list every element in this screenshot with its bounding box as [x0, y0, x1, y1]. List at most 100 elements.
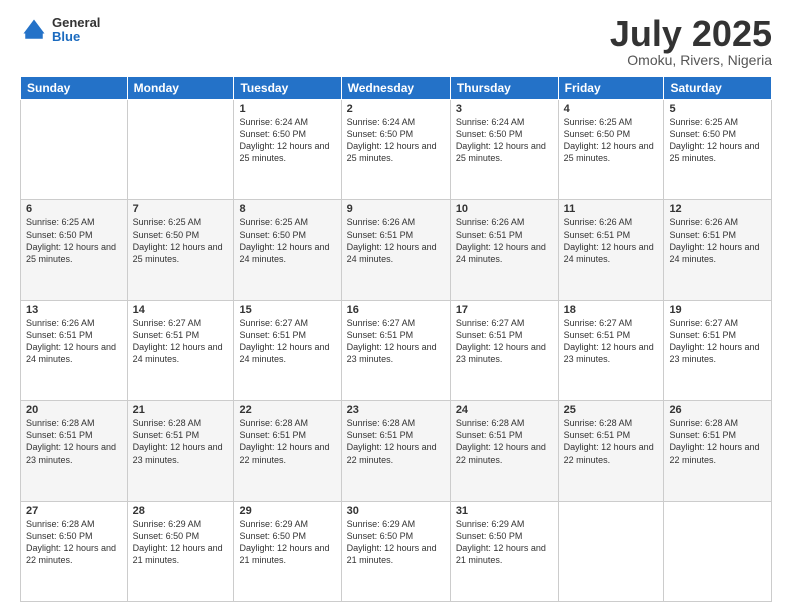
weekday-header: Wednesday: [341, 77, 450, 100]
calendar-cell: 19Sunrise: 6:27 AMSunset: 6:51 PMDayligh…: [664, 300, 772, 400]
day-info: Sunrise: 6:28 AMSunset: 6:51 PMDaylight:…: [669, 417, 766, 466]
logo-icon: [20, 16, 48, 44]
day-number: 8: [239, 203, 335, 215]
day-info: Sunrise: 6:24 AMSunset: 6:50 PMDaylight:…: [239, 116, 335, 165]
day-number: 24: [456, 404, 553, 416]
calendar-cell: 30Sunrise: 6:29 AMSunset: 6:50 PMDayligh…: [341, 501, 450, 601]
calendar-cell: 9Sunrise: 6:26 AMSunset: 6:51 PMDaylight…: [341, 200, 450, 300]
day-info: Sunrise: 6:29 AMSunset: 6:50 PMDaylight:…: [239, 518, 335, 567]
calendar-cell: [21, 100, 128, 200]
calendar-cell: 28Sunrise: 6:29 AMSunset: 6:50 PMDayligh…: [127, 501, 234, 601]
calendar-cell: 20Sunrise: 6:28 AMSunset: 6:51 PMDayligh…: [21, 401, 128, 501]
day-number: 23: [347, 404, 445, 416]
day-number: 17: [456, 304, 553, 316]
calendar-cell: 15Sunrise: 6:27 AMSunset: 6:51 PMDayligh…: [234, 300, 341, 400]
calendar-cell: [664, 501, 772, 601]
day-number: 3: [456, 103, 553, 115]
calendar-week-row: 27Sunrise: 6:28 AMSunset: 6:50 PMDayligh…: [21, 501, 772, 601]
calendar-week-row: 20Sunrise: 6:28 AMSunset: 6:51 PMDayligh…: [21, 401, 772, 501]
day-info: Sunrise: 6:27 AMSunset: 6:51 PMDaylight:…: [239, 317, 335, 366]
day-number: 7: [133, 203, 229, 215]
calendar-cell: 11Sunrise: 6:26 AMSunset: 6:51 PMDayligh…: [558, 200, 664, 300]
day-number: 10: [456, 203, 553, 215]
calendar-cell: 1Sunrise: 6:24 AMSunset: 6:50 PMDaylight…: [234, 100, 341, 200]
day-number: 5: [669, 103, 766, 115]
calendar-cell: 8Sunrise: 6:25 AMSunset: 6:50 PMDaylight…: [234, 200, 341, 300]
day-number: 20: [26, 404, 122, 416]
day-number: 18: [564, 304, 659, 316]
calendar-cell: 25Sunrise: 6:28 AMSunset: 6:51 PMDayligh…: [558, 401, 664, 501]
page: General Blue July 2025 Omoku, Rivers, Ni…: [0, 0, 792, 612]
day-info: Sunrise: 6:25 AMSunset: 6:50 PMDaylight:…: [669, 116, 766, 165]
day-info: Sunrise: 6:25 AMSunset: 6:50 PMDaylight:…: [133, 216, 229, 265]
day-info: Sunrise: 6:28 AMSunset: 6:51 PMDaylight:…: [26, 417, 122, 466]
day-number: 2: [347, 103, 445, 115]
calendar-cell: 7Sunrise: 6:25 AMSunset: 6:50 PMDaylight…: [127, 200, 234, 300]
calendar-cell: 22Sunrise: 6:28 AMSunset: 6:51 PMDayligh…: [234, 401, 341, 501]
weekday-header: Thursday: [450, 77, 558, 100]
title-section: July 2025 Omoku, Rivers, Nigeria: [610, 16, 772, 68]
day-number: 13: [26, 304, 122, 316]
day-info: Sunrise: 6:26 AMSunset: 6:51 PMDaylight:…: [26, 317, 122, 366]
calendar-cell: 17Sunrise: 6:27 AMSunset: 6:51 PMDayligh…: [450, 300, 558, 400]
day-info: Sunrise: 6:28 AMSunset: 6:51 PMDaylight:…: [456, 417, 553, 466]
day-number: 27: [26, 505, 122, 517]
calendar-cell: 10Sunrise: 6:26 AMSunset: 6:51 PMDayligh…: [450, 200, 558, 300]
day-info: Sunrise: 6:29 AMSunset: 6:50 PMDaylight:…: [456, 518, 553, 567]
calendar-week-row: 1Sunrise: 6:24 AMSunset: 6:50 PMDaylight…: [21, 100, 772, 200]
header: General Blue July 2025 Omoku, Rivers, Ni…: [20, 16, 772, 68]
calendar-cell: 26Sunrise: 6:28 AMSunset: 6:51 PMDayligh…: [664, 401, 772, 501]
day-info: Sunrise: 6:24 AMSunset: 6:50 PMDaylight:…: [456, 116, 553, 165]
day-info: Sunrise: 6:28 AMSunset: 6:51 PMDaylight:…: [564, 417, 659, 466]
day-info: Sunrise: 6:25 AMSunset: 6:50 PMDaylight:…: [26, 216, 122, 265]
day-info: Sunrise: 6:28 AMSunset: 6:50 PMDaylight:…: [26, 518, 122, 567]
day-info: Sunrise: 6:29 AMSunset: 6:50 PMDaylight:…: [347, 518, 445, 567]
day-number: 12: [669, 203, 766, 215]
day-number: 1: [239, 103, 335, 115]
day-number: 29: [239, 505, 335, 517]
calendar-cell: 24Sunrise: 6:28 AMSunset: 6:51 PMDayligh…: [450, 401, 558, 501]
calendar-cell: 6Sunrise: 6:25 AMSunset: 6:50 PMDaylight…: [21, 200, 128, 300]
day-number: 30: [347, 505, 445, 517]
day-number: 25: [564, 404, 659, 416]
calendar-cell: 29Sunrise: 6:29 AMSunset: 6:50 PMDayligh…: [234, 501, 341, 601]
title-location: Omoku, Rivers, Nigeria: [610, 52, 772, 68]
weekday-header: Tuesday: [234, 77, 341, 100]
day-info: Sunrise: 6:26 AMSunset: 6:51 PMDaylight:…: [669, 216, 766, 265]
day-number: 9: [347, 203, 445, 215]
day-number: 6: [26, 203, 122, 215]
logo: General Blue: [20, 16, 100, 45]
calendar-header-row: SundayMondayTuesdayWednesdayThursdayFrid…: [21, 77, 772, 100]
weekday-header: Sunday: [21, 77, 128, 100]
day-info: Sunrise: 6:26 AMSunset: 6:51 PMDaylight:…: [456, 216, 553, 265]
logo-blue: Blue: [52, 30, 100, 44]
day-number: 31: [456, 505, 553, 517]
weekday-header: Monday: [127, 77, 234, 100]
day-number: 28: [133, 505, 229, 517]
day-number: 11: [564, 203, 659, 215]
calendar-cell: 27Sunrise: 6:28 AMSunset: 6:50 PMDayligh…: [21, 501, 128, 601]
day-number: 19: [669, 304, 766, 316]
day-number: 21: [133, 404, 229, 416]
calendar: SundayMondayTuesdayWednesdayThursdayFrid…: [20, 76, 772, 602]
day-info: Sunrise: 6:26 AMSunset: 6:51 PMDaylight:…: [347, 216, 445, 265]
weekday-header: Saturday: [664, 77, 772, 100]
day-info: Sunrise: 6:24 AMSunset: 6:50 PMDaylight:…: [347, 116, 445, 165]
calendar-cell: [127, 100, 234, 200]
day-number: 15: [239, 304, 335, 316]
day-info: Sunrise: 6:25 AMSunset: 6:50 PMDaylight:…: [239, 216, 335, 265]
day-info: Sunrise: 6:27 AMSunset: 6:51 PMDaylight:…: [669, 317, 766, 366]
day-info: Sunrise: 6:25 AMSunset: 6:50 PMDaylight:…: [564, 116, 659, 165]
day-info: Sunrise: 6:28 AMSunset: 6:51 PMDaylight:…: [239, 417, 335, 466]
day-info: Sunrise: 6:27 AMSunset: 6:51 PMDaylight:…: [456, 317, 553, 366]
calendar-cell: 3Sunrise: 6:24 AMSunset: 6:50 PMDaylight…: [450, 100, 558, 200]
calendar-cell: 18Sunrise: 6:27 AMSunset: 6:51 PMDayligh…: [558, 300, 664, 400]
calendar-cell: 4Sunrise: 6:25 AMSunset: 6:50 PMDaylight…: [558, 100, 664, 200]
day-number: 16: [347, 304, 445, 316]
calendar-cell: 23Sunrise: 6:28 AMSunset: 6:51 PMDayligh…: [341, 401, 450, 501]
day-number: 22: [239, 404, 335, 416]
calendar-cell: 21Sunrise: 6:28 AMSunset: 6:51 PMDayligh…: [127, 401, 234, 501]
day-info: Sunrise: 6:27 AMSunset: 6:51 PMDaylight:…: [564, 317, 659, 366]
calendar-cell: 2Sunrise: 6:24 AMSunset: 6:50 PMDaylight…: [341, 100, 450, 200]
title-month: July 2025: [610, 16, 772, 52]
